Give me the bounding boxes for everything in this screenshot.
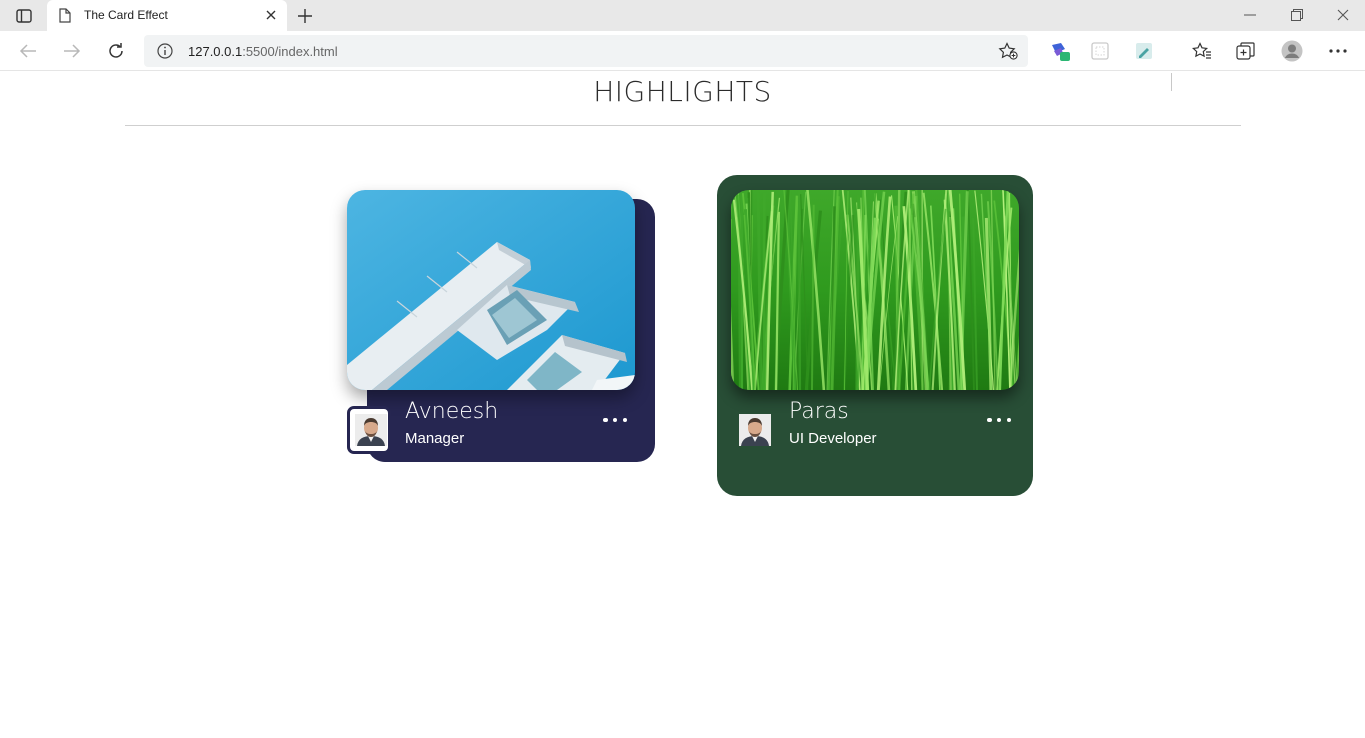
card-name: Avneesh	[405, 399, 499, 424]
ellipsis-icon[interactable]	[987, 414, 1011, 426]
profile-avatar-icon[interactable]	[1280, 39, 1304, 63]
url-text: 127.0.0.1:5500/index.html	[188, 44, 338, 59]
reload-icon[interactable]	[103, 39, 129, 63]
close-tab-icon[interactable]	[263, 7, 279, 23]
card-role: Manager	[405, 430, 465, 447]
info-icon[interactable]	[157, 43, 173, 64]
title-divider	[125, 125, 1241, 126]
extension-grid-icon[interactable]	[1088, 39, 1112, 63]
address-bar[interactable]: 127.0.0.1:5500/index.html	[144, 35, 1028, 67]
card-name: Paras	[789, 399, 849, 424]
avatar[interactable]	[355, 414, 387, 446]
ellipsis-icon[interactable]	[603, 414, 627, 426]
collections-icon[interactable]	[1234, 39, 1258, 63]
page-title: HIGHLIGHTS	[593, 75, 772, 108]
close-window-button[interactable]	[1328, 4, 1358, 26]
tab-title: The Card Effect	[84, 8, 168, 22]
url-path: :5500/index.html	[242, 44, 338, 59]
card-image	[347, 190, 635, 390]
tab-bar: The Card Effect	[0, 0, 1365, 31]
url-host: 127.0.0.1	[188, 44, 243, 59]
grass-blade	[797, 190, 802, 390]
card-role: UI Developer	[789, 430, 877, 447]
restore-button[interactable]	[1282, 4, 1312, 26]
browser-tab[interactable]: The Card Effect	[47, 0, 287, 31]
forward-arrow-icon[interactable]	[59, 39, 85, 63]
avatar[interactable]	[739, 414, 771, 446]
favorites-icon[interactable]	[1190, 39, 1214, 63]
extension-icon[interactable]	[1048, 39, 1072, 63]
back-arrow-icon[interactable]	[15, 39, 41, 63]
page-icon	[59, 8, 71, 28]
card-image	[731, 190, 1019, 390]
add-favorite-icon[interactable]	[998, 42, 1018, 65]
minimize-button[interactable]	[1235, 4, 1265, 26]
new-tab-button[interactable]	[294, 5, 316, 27]
settings-more-icon[interactable]	[1326, 39, 1350, 63]
tab-actions-icon[interactable]	[10, 5, 38, 27]
browser-toolbar: 127.0.0.1:5500/index.html	[0, 31, 1365, 91]
extension-pen-icon[interactable]	[1132, 39, 1156, 63]
